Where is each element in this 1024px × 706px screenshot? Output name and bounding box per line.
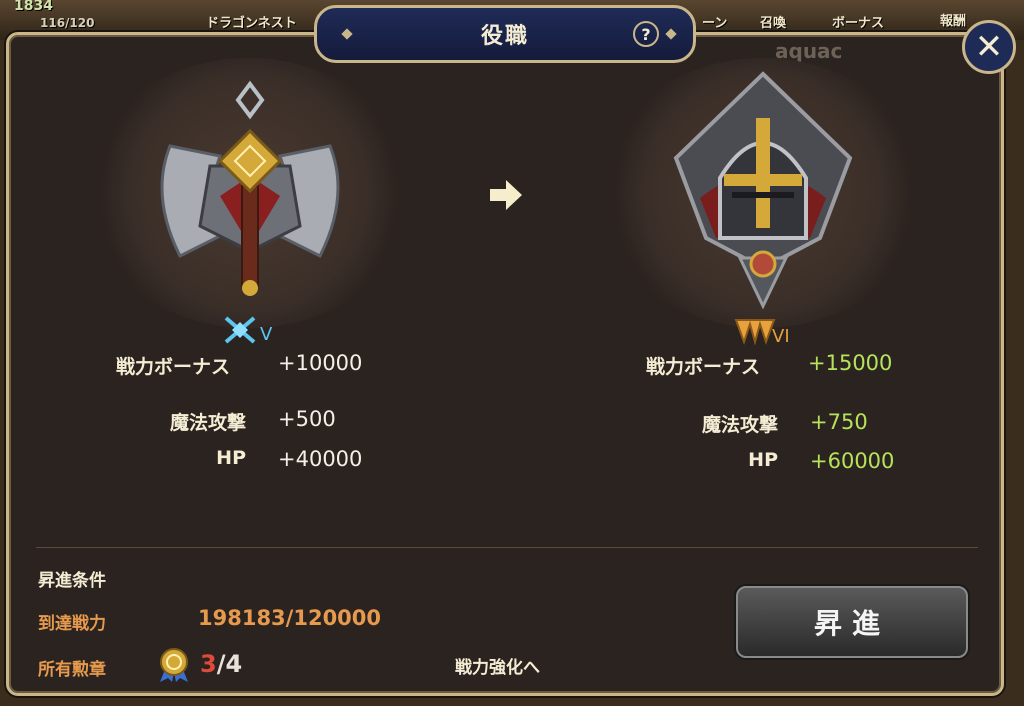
bg-menu-bonus: ボーナス xyxy=(832,16,885,31)
next-power-bonus-value: +15000 xyxy=(808,351,893,375)
title-ornament-left xyxy=(341,28,353,40)
bg-menu-item: ーン xyxy=(702,16,728,31)
bg-menu-dragon-nest: ドラゴンネスト xyxy=(206,16,297,31)
medal-count: 3/4 xyxy=(200,650,242,678)
next-magic-attack-value: +750 xyxy=(810,410,868,434)
medal-have: 3 xyxy=(200,650,217,678)
power-enhance-link[interactable]: 戦力強化へ xyxy=(455,653,540,678)
bg-menu-reward: 報酬 xyxy=(940,14,967,29)
current-rank-numeral: V xyxy=(260,324,273,345)
close-button[interactable]: ✕ xyxy=(962,20,1016,74)
current-hp-value: +40000 xyxy=(278,447,363,471)
section-divider xyxy=(36,547,978,548)
required-power-value: 198183/120000 xyxy=(198,606,382,630)
current-hp-label: HP xyxy=(216,447,246,469)
promotion-conditions-title: 昇進条件 xyxy=(38,571,106,591)
axe-emblem-icon xyxy=(160,80,340,296)
current-power-bonus-label: 戦力ボーナス xyxy=(116,356,231,378)
dialog-title-plate: 役職 ? xyxy=(314,5,696,63)
resource-count: 1834 xyxy=(14,0,53,14)
dialog-title: 役職 xyxy=(480,24,529,49)
next-hp-label: HP xyxy=(748,449,778,471)
medal-icon xyxy=(160,648,188,682)
title-ornament-right xyxy=(665,28,677,40)
rank-vi-badge-icon xyxy=(734,319,776,346)
current-magic-attack-label: 魔法攻撃 xyxy=(169,412,246,434)
current-magic-attack-value: +500 xyxy=(278,407,336,431)
help-button[interactable]: ? xyxy=(633,21,659,47)
next-hp-value: +60000 xyxy=(810,449,895,473)
arrow-right-icon xyxy=(490,180,522,210)
bg-menu-summon: 召喚 xyxy=(760,16,787,31)
next-magic-attack-label: 魔法攻撃 xyxy=(701,414,778,436)
required-power-label: 到達戦力 xyxy=(38,614,106,634)
next-rank-numeral: VI xyxy=(772,326,790,347)
medal-need: 4 xyxy=(225,650,243,678)
knight-helmet-emblem-icon xyxy=(673,71,853,310)
next-power-bonus-label: 戦力ボーナス xyxy=(646,356,761,378)
stamina-count: 116/120 xyxy=(40,16,95,30)
promote-button[interactable]: 昇進 xyxy=(736,586,968,658)
current-power-bonus-value: +10000 xyxy=(278,351,363,375)
owned-medals-label: 所有勲章 xyxy=(38,660,106,680)
